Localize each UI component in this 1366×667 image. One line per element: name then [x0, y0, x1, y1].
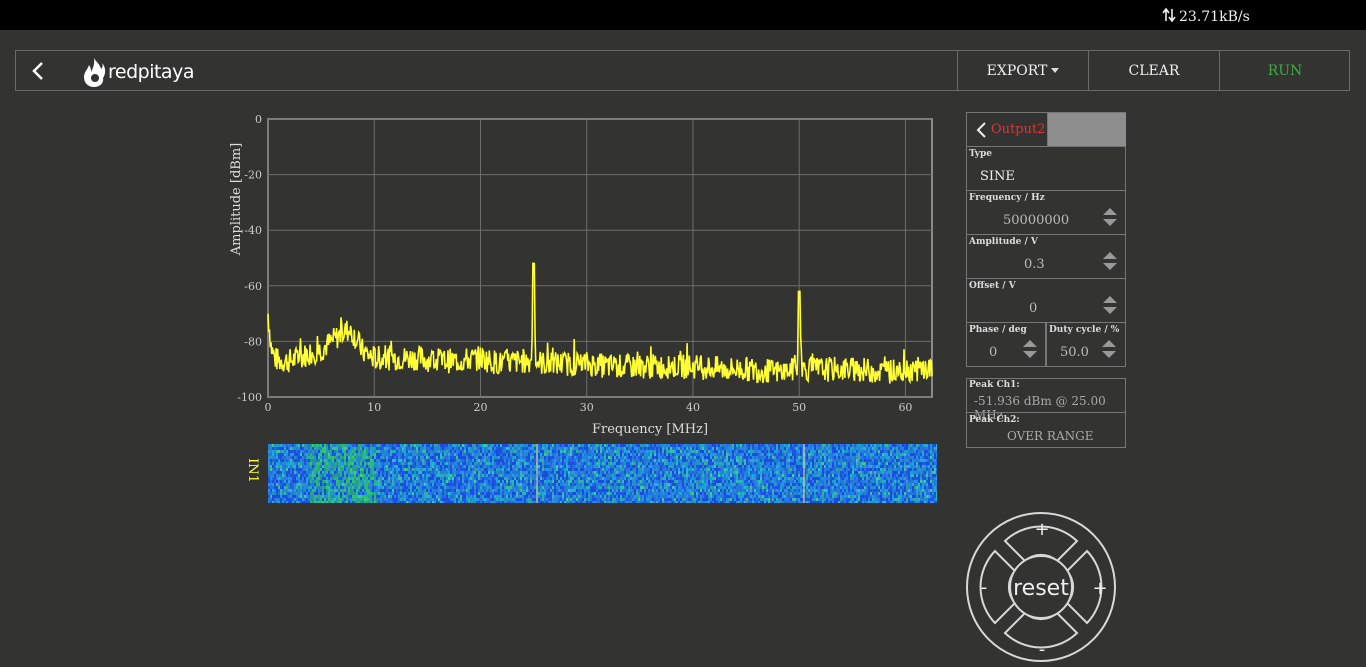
x-tick-label: 10 [367, 401, 381, 414]
offset-label: Offset / V [969, 281, 1016, 291]
amplitude-stepper[interactable] [1103, 252, 1117, 272]
network-speed: 23.71kB/s [1162, 7, 1250, 27]
left-label: - [981, 577, 988, 598]
amplitude-input[interactable]: 0.3 [1024, 257, 1045, 272]
clear-label: CLEAR [1129, 63, 1180, 79]
export-button[interactable]: EXPORT [957, 51, 1088, 90]
spectrum-chart[interactable]: 0 10 20 30 40 50 60 0 -20 -40 -60 -80 -100 Frequency … [215, 110, 945, 440]
x-tick-label: 20 [473, 401, 487, 414]
run-label: RUN [1268, 63, 1303, 79]
chevron-left-icon [26, 57, 56, 85]
brand-name: redpitaya [108, 61, 194, 83]
phase-label: Phase / deg [969, 325, 1027, 335]
down-label: - [1039, 639, 1046, 660]
output-toggle[interactable] [1047, 113, 1126, 146]
frequency-stepper[interactable] [1103, 208, 1117, 228]
back-button[interactable] [26, 57, 56, 85]
frequency-field: Frequency / Hz 50000000 [966, 191, 1126, 235]
duty-cycle-field: Duty cycle / % 50.0 [1046, 323, 1126, 367]
status-bar: 23.71kB/s [0, 0, 1366, 30]
chevron-left-icon [975, 120, 989, 140]
phase-stepper[interactable] [1023, 340, 1037, 360]
peak-ch2-value: OVER RANGE [1007, 429, 1093, 443]
divider [967, 412, 1125, 413]
network-speed-value: 23.71kB/s [1179, 9, 1250, 25]
amplitude-field: Amplitude / V 0.3 [966, 235, 1126, 279]
y-tick-label: -40 [244, 224, 262, 237]
clear-button[interactable]: CLEAR [1088, 51, 1219, 90]
up-label: + [1034, 519, 1049, 540]
waterfall-svg [268, 444, 937, 503]
type-field[interactable]: Type SINE [966, 147, 1126, 191]
x-tick-label: 30 [580, 401, 594, 414]
amplitude-label: Amplitude / V [969, 237, 1038, 247]
spectrum-plot-svg[interactable]: 0 10 20 30 40 50 60 0 -20 -40 -60 -80 -100 Frequency … [215, 110, 945, 440]
duty-cycle-input[interactable]: 50.0 [1060, 345, 1089, 360]
y-tick-label: -100 [237, 391, 262, 404]
peak-readout-panel: Peak Ch1: -51.936 dBm @ 25.00 MHz Peak C… [966, 378, 1126, 448]
x-tick-label: 60 [898, 401, 912, 414]
output-name: Output2 [991, 122, 1045, 137]
offset-field: Offset / V 0 [966, 279, 1126, 323]
x-axis-label: Frequency [MHz] [592, 422, 708, 437]
app-navbar: redpitaya EXPORT CLEAR RUN [15, 50, 1350, 91]
x-tick-label: 40 [686, 401, 700, 414]
y-tick-label: -60 [244, 280, 262, 293]
y-tick-label: 0 [255, 113, 262, 126]
offset-input[interactable]: 0 [1029, 301, 1037, 316]
phase-field: Phase / deg 0 [966, 323, 1046, 367]
peak-ch1-label: Peak Ch1: [969, 380, 1020, 390]
run-button[interactable]: RUN [1219, 51, 1350, 90]
offset-stepper[interactable] [1103, 296, 1117, 316]
frequency-label: Frequency / Hz [969, 193, 1045, 203]
zoom-control-pad: reset + - - + [965, 511, 1117, 663]
output-tab[interactable]: Output2 [967, 113, 1047, 146]
output-tab-header: Output2 [966, 112, 1126, 147]
waterfall-display [268, 444, 937, 503]
y-tick-label: -80 [244, 335, 262, 348]
right-label: + [1092, 578, 1107, 599]
y-axis-label: Amplitude [dBm] [229, 143, 244, 256]
reset-label: reset [1013, 576, 1069, 601]
peak-ch2-label: Peak Ch2: [969, 415, 1020, 425]
y-tick-label: -20 [244, 169, 262, 182]
duty-cycle-label: Duty cycle / % [1049, 325, 1119, 335]
frequency-input[interactable]: 50000000 [1003, 213, 1069, 228]
duty-cycle-stepper[interactable] [1102, 340, 1116, 360]
x-tick-label: 0 [265, 401, 272, 414]
type-label: Type [969, 149, 992, 159]
type-value: SINE [980, 169, 1015, 184]
caret-down-icon [1051, 68, 1059, 73]
flame-logo-icon [82, 56, 106, 88]
export-label: EXPORT [987, 63, 1048, 79]
x-tick-label: 50 [792, 401, 806, 414]
waterfall-peak-line [803, 444, 805, 503]
waterfall-channel-label: IN1 [245, 458, 260, 483]
waterfall-peak-line [536, 444, 538, 503]
updown-arrows-icon [1162, 7, 1176, 27]
brand-logo: redpitaya [82, 56, 194, 88]
phase-input[interactable]: 0 [989, 345, 997, 360]
